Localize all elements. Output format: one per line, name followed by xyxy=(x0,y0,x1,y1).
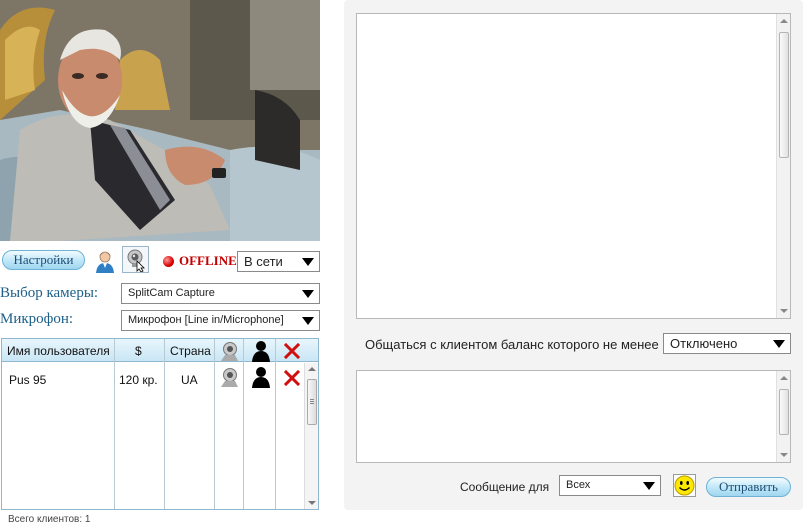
smiley-icon xyxy=(674,475,695,496)
scroll-up-arrow-icon[interactable] xyxy=(780,19,788,23)
camera-select[interactable]: SplitCam Capture xyxy=(121,283,320,304)
microphone-select-value: Микрофон [Line in/Microphone] xyxy=(128,314,284,326)
presence-select-value: В сети xyxy=(244,254,283,269)
delete-x-icon xyxy=(284,343,300,359)
send-button[interactable]: Отправить xyxy=(706,477,791,497)
message-input-scrollbar[interactable] xyxy=(776,371,790,462)
scroll-up-arrow-icon[interactable] xyxy=(780,376,788,380)
settings-button[interactable]: Настройки xyxy=(2,250,85,270)
status-dot-icon xyxy=(163,256,174,267)
webcam-toggle-button[interactable] xyxy=(122,246,149,273)
chat-log-scrollbar[interactable] xyxy=(776,14,790,318)
min-balance-label: Общаться с клиентом баланс которого не м… xyxy=(365,337,659,352)
row-balance: 120 кр. xyxy=(119,373,158,387)
total-clients-count: Всего клиентов: 1 xyxy=(8,514,91,525)
column-divider xyxy=(165,339,215,509)
scroll-up-arrow-icon[interactable] xyxy=(308,367,316,371)
camera-select-value: SplitCam Capture xyxy=(128,287,215,299)
scroll-down-arrow-icon[interactable] xyxy=(780,453,788,457)
column-header-username[interactable]: Имя пользователя xyxy=(7,344,110,358)
webcam-video-preview xyxy=(0,0,320,241)
dropdown-arrow-icon xyxy=(773,340,785,348)
emoticon-button[interactable] xyxy=(673,474,696,497)
row-webcam-icon[interactable] xyxy=(218,366,240,388)
users-table-scrollbar[interactable] xyxy=(304,363,318,509)
column-divider xyxy=(115,339,165,509)
min-balance-select-value: Отключено xyxy=(670,336,738,351)
message-input[interactable] xyxy=(356,370,791,463)
recipient-select[interactable]: Всех xyxy=(559,475,661,496)
dropdown-arrow-icon xyxy=(302,258,314,266)
person-silhouette-icon xyxy=(252,341,270,362)
column-header-country[interactable]: Страна xyxy=(170,344,211,358)
dropdown-arrow-icon xyxy=(643,482,655,490)
user-icon[interactable] xyxy=(94,250,116,274)
scroll-down-arrow-icon[interactable] xyxy=(308,501,316,505)
message-for-label: Сообщение для xyxy=(460,480,550,494)
dropdown-arrow-icon xyxy=(302,290,314,298)
dropdown-arrow-icon xyxy=(302,317,314,325)
microphone-select[interactable]: Микрофон [Line in/Microphone] xyxy=(121,310,320,331)
scrollbar-thumb[interactable] xyxy=(307,379,317,425)
connection-status: OFFLINE xyxy=(179,253,237,268)
row-username: Pus 95 xyxy=(9,373,47,387)
column-divider xyxy=(244,339,276,509)
row-country: UA xyxy=(181,373,198,387)
video-frame-image xyxy=(0,0,320,241)
scrollbar-thumb[interactable] xyxy=(779,32,789,158)
row-delete-x-icon[interactable] xyxy=(284,370,300,386)
row-person-icon[interactable] xyxy=(251,366,271,388)
min-balance-select[interactable]: Отключено xyxy=(663,333,791,354)
presence-select[interactable]: В сети xyxy=(237,251,320,272)
column-divider xyxy=(2,339,115,509)
users-table: Имя пользователя $ Страна Pus 95 120 кр.… xyxy=(1,338,319,510)
camera-label: Выбор камеры: xyxy=(0,285,99,301)
webcam-icon xyxy=(127,249,145,273)
scrollbar-thumb[interactable] xyxy=(779,389,789,435)
webcam-column-icon xyxy=(221,342,238,361)
microphone-label: Микрофон: xyxy=(0,311,74,327)
column-header-balance[interactable]: $ xyxy=(135,344,142,358)
recipient-select-value: Всех xyxy=(566,479,591,491)
scroll-down-arrow-icon[interactable] xyxy=(780,309,788,313)
chat-log[interactable] xyxy=(356,13,791,319)
column-divider xyxy=(215,339,244,509)
